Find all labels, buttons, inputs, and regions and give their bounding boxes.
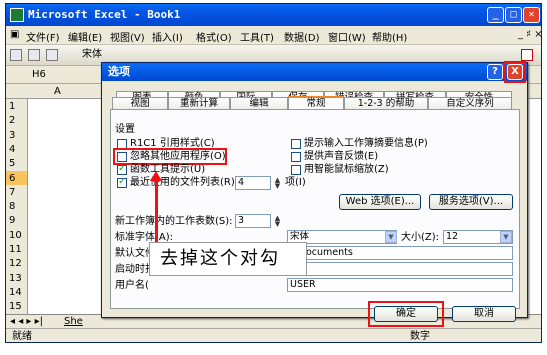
- dialog-title-bar: 选项 ? X: [102, 61, 527, 83]
- startup-folder-field[interactable]: [287, 262, 513, 276]
- menu-item-data[interactable]: 数据(D): [284, 29, 320, 44]
- menu-item-tools[interactable]: 工具(T): [240, 29, 274, 44]
- excel-title-bar: Microsoft Excel - Book1 _ □ ✕: [6, 4, 541, 26]
- minimize-icon[interactable]: _: [487, 7, 504, 23]
- sheets-count-label: 新工作簿内的工作表数(S):: [115, 216, 233, 227]
- red-arrow-shaft: [155, 178, 158, 242]
- column-a-header[interactable]: A: [54, 84, 61, 99]
- summary-prompt-checkbox[interactable]: [291, 139, 301, 149]
- menu-item-file[interactable]: 文件(F): [26, 29, 60, 44]
- recent-files-label: 最近使用的文件列表(R):: [130, 177, 239, 188]
- annotation-callout: 去掉这个对勾: [149, 242, 307, 276]
- sound-feedback-label: 提供声音反馈(E): [304, 151, 379, 162]
- save-icon[interactable]: [10, 49, 22, 61]
- menu-item-window[interactable]: 窗口(W): [328, 29, 366, 44]
- summary-prompt-label: 提示输入工作簿摘要信息(P): [304, 138, 428, 149]
- recent-count-spinner-icon[interactable]: ▲ ▼: [273, 177, 282, 190]
- general-tab-panel: 设置 R1C1 引用样式(C) 忽略其他应用程序(O) 函数工具提示(U) 最近…: [110, 109, 520, 309]
- web-options-button[interactable]: Web 选项(E)...: [339, 194, 421, 210]
- dialog-title: 选项: [108, 65, 130, 78]
- menu-app-icon: ▣: [10, 29, 20, 40]
- row-header-15[interactable]: 15: [6, 299, 28, 316]
- tab-general[interactable]: 常规: [288, 96, 344, 110]
- close-icon[interactable]: ✕: [523, 7, 540, 23]
- intellimouse-zoom-checkbox[interactable]: [291, 165, 301, 175]
- cancel-button[interactable]: 取消: [452, 306, 516, 322]
- font-size-label: 大小(Z):: [401, 232, 440, 243]
- sheet-tab[interactable]: She: [64, 316, 83, 328]
- menu-item-view[interactable]: 视图(V): [110, 29, 145, 44]
- font-box[interactable]: 宋体: [82, 49, 102, 61]
- undo-icon[interactable]: [46, 49, 58, 61]
- function-tooltips-label: 函数工具提示(U): [130, 164, 206, 175]
- open-icon[interactable]: [28, 49, 40, 61]
- font-dropdown-chevron-down-icon[interactable]: ▼: [385, 231, 397, 243]
- status-bar: 就绪 数字: [6, 328, 541, 342]
- ignore-apps-highlight-box: [113, 148, 227, 165]
- maximize-icon[interactable]: □: [505, 7, 522, 23]
- username-label: 用户名(: [115, 280, 149, 291]
- excel-title: Microsoft Excel - Book1: [28, 8, 181, 21]
- function-tooltips-checkbox[interactable]: [117, 163, 127, 175]
- recent-files-checkbox[interactable]: [117, 176, 127, 188]
- menu-item-format[interactable]: 格式(O): [196, 29, 232, 44]
- sound-feedback-checkbox[interactable]: [291, 152, 301, 162]
- menu-item-edit[interactable]: 编辑(E): [68, 29, 102, 44]
- menu-item-insert[interactable]: 插入(I): [152, 29, 183, 44]
- status-num: 数字: [410, 331, 430, 342]
- sheets-count-field[interactable]: 3: [235, 214, 271, 228]
- intellimouse-zoom-label: 用智能鼠标缩放(Z): [304, 164, 389, 175]
- menu-bar: ▣ 文件(F) 编辑(E) 视图(V) 插入(I) 格式(O) 工具(T) 数据…: [6, 26, 541, 45]
- menu-item-help[interactable]: 帮助(H): [372, 29, 407, 44]
- sheets-count-spinner-icon[interactable]: ▲ ▼: [273, 215, 282, 228]
- close-highlight-box: [504, 61, 526, 83]
- menu-window-controls[interactable]: _ ♯ ×: [518, 29, 541, 40]
- help-icon[interactable]: ?: [487, 64, 503, 80]
- recent-unit-label: 项(I): [285, 177, 306, 188]
- default-location-field[interactable]: y Documents: [287, 246, 513, 260]
- recent-count-field[interactable]: 4: [235, 176, 271, 190]
- options-dialog: 选项 ? X 图表 颜色 国际 保存 错误检查 拼写检查 安全性 视图 重新计算…: [101, 61, 528, 327]
- font-color-icon[interactable]: [521, 49, 533, 61]
- sheet-nav-icon[interactable]: ◂ ◂ ▸ ▸|: [10, 316, 43, 328]
- service-options-button[interactable]: 服务选项(V)...: [429, 194, 513, 210]
- status-text: 就绪: [12, 331, 32, 342]
- excel-app-icon: [10, 8, 24, 22]
- ok-highlight-box: [368, 301, 444, 327]
- name-box[interactable]: H6: [32, 68, 72, 82]
- size-dropdown-chevron-down-icon[interactable]: ▼: [500, 231, 512, 243]
- settings-heading: 设置: [115, 124, 135, 135]
- row-headers: 1 2 3 4 5 6 7 8 9 10 11 12 13 14 15: [6, 99, 28, 316]
- username-field[interactable]: USER: [287, 278, 513, 292]
